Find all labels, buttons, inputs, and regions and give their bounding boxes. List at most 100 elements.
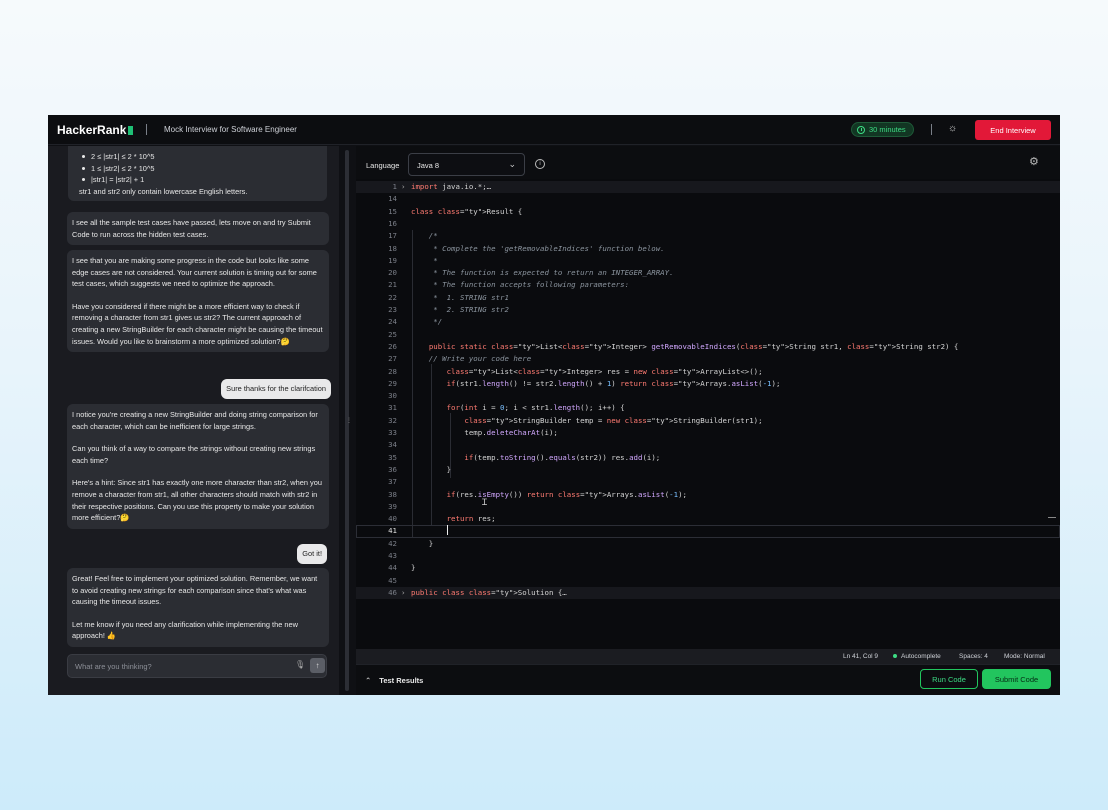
microphone-icon[interactable]: 🎙 (295, 661, 305, 669)
text-cursor-icon: Ɪ (482, 498, 488, 508)
code-line[interactable]: 32 class="ty">StringBuilder temp = new c… (356, 415, 1060, 427)
message-text: I see that you are making some progress … (72, 256, 317, 289)
code-text: * 1. STRING str1 (411, 292, 509, 302)
code-line[interactable]: 26 public static class="ty">List<class="… (356, 341, 1060, 353)
code-text: // Write your code here (411, 354, 532, 364)
line-number: 15 (388, 206, 397, 216)
line-number: 29 (388, 378, 397, 388)
language-value: Java 8 (417, 161, 440, 170)
language-label: Language (366, 161, 400, 170)
code-line[interactable]: 23 * 2. STRING str2 (356, 304, 1060, 316)
code-text: * 2. STRING str2 (411, 305, 509, 314)
code-line[interactable]: 1 › import java.io.*;… (356, 181, 1060, 194)
editor-panel: Language Java 8 ⌄ i ⚙ 1 › import java.io.*… (356, 146, 1060, 695)
line-number: 44 (388, 563, 397, 573)
line-number: 25 (388, 329, 397, 339)
code-line[interactable]: 16 (356, 218, 1060, 230)
line-number: 35 (388, 452, 397, 462)
message-text: Let me know if you need any clarificatio… (72, 619, 298, 641)
chat-input-box: 🎙 ↑ (67, 654, 327, 678)
line-number: 36 (388, 464, 397, 474)
code-line[interactable]: 36 } (356, 464, 1060, 476)
code-line[interactable]: 25 (356, 329, 1060, 341)
code-line[interactable]: 45 (356, 575, 1060, 587)
code-line[interactable]: 40 return res; (356, 513, 1060, 525)
code-line[interactable]: 15 class class="ty">Result { (356, 206, 1060, 218)
code-text: } (411, 538, 434, 548)
submit-code-button[interactable]: Submit Code (982, 669, 1051, 689)
language-select[interactable]: Java 8 ⌄ (408, 153, 525, 176)
autocomplete-status[interactable]: Autocomplete (893, 653, 941, 660)
spaces-setting[interactable]: Spaces: 4 (959, 653, 988, 660)
code-text: if(res.isEmpty()) return class="ty">Arra… (446, 489, 687, 499)
code-line[interactable]: 41 (356, 525, 1060, 538)
ai-message: I see that you are making some progress … (67, 250, 329, 353)
code-line[interactable]: 22 * 1. STRING str1 (356, 292, 1060, 304)
code-text: return res; (446, 514, 496, 524)
code-line[interactable]: 27 // Write your code here (356, 353, 1060, 365)
code-editor[interactable]: 1 › import java.io.*;… 14 15 class class="ty"… (356, 179, 1060, 649)
code-text: /* (411, 231, 438, 241)
code-line[interactable]: 28 class="ty">List<class="ty">Integer> r… (356, 366, 1060, 378)
code-text: * The function is expected to return an … (411, 268, 674, 278)
logo-text: HackerRank (57, 123, 127, 137)
code-line[interactable]: 43 (356, 550, 1060, 562)
fold-chevron-icon[interactable]: › (401, 587, 405, 599)
test-results-toggle[interactable]: ⌃ Test Results (365, 676, 423, 685)
code-line[interactable]: 30 (356, 390, 1060, 402)
code-text: * Complete the 'getRemovableIndices' fun… (411, 243, 665, 253)
end-interview-button[interactable]: End Interview (975, 120, 1051, 140)
line-number: 18 (388, 243, 397, 253)
chat-panel: 2 ≤ |str1| ≤ 2 * 10^5 1 ≤ |str2| ≤ 2 * 1… (48, 146, 339, 695)
line-number: 1 (392, 182, 397, 191)
code-line[interactable]: 18 * Complete the 'getRemovableIndices' … (356, 243, 1060, 255)
line-number: 37 (388, 477, 397, 487)
editor-mode[interactable]: Mode: Normal (1004, 653, 1045, 660)
line-number: 16 (388, 218, 397, 228)
code-text: public static class="ty">List<class="ty"… (428, 341, 959, 351)
line-number: 26 (388, 341, 397, 351)
code-line[interactable]: 29 if(str1.length() != str2.length() + 1… (356, 378, 1060, 390)
code-line[interactable]: 24 */ (356, 316, 1060, 328)
message-text: Great! Feel free to implement your optim… (72, 574, 318, 607)
message-text: Have you considered if there might be a … (72, 301, 323, 346)
code-text: temp.deleteCharAt(i); (411, 428, 558, 437)
code-text: class class="ty">Result { (411, 206, 523, 216)
line-number: 17 (388, 231, 397, 241)
code-line[interactable]: 44} (356, 562, 1060, 574)
logo-mark (128, 126, 134, 135)
code-line[interactable]: 42 } (356, 538, 1060, 550)
resize-grip-icon[interactable]: ⋮ (346, 417, 352, 424)
line-number: 45 (388, 575, 397, 585)
code-line[interactable]: 14 (356, 193, 1060, 205)
line-number: 34 (388, 440, 397, 450)
code-line[interactable]: 17 /* (356, 230, 1060, 242)
constraint-note: str1 and str2 only contain lowercase Eng… (79, 186, 248, 196)
code-line[interactable]: 20 * The function is expected to return … (356, 267, 1060, 279)
fold-chevron-icon[interactable]: › (401, 181, 405, 193)
code-line[interactable]: 35 if(temp.toString().equals(str2)) res.… (356, 452, 1060, 464)
info-icon[interactable]: i (535, 159, 545, 169)
settings-gear-icon[interactable]: ⚙ (1029, 157, 1039, 168)
code-text: if(str1.length() != str2.length() + 1) r… (446, 378, 781, 388)
code-line[interactable]: 37 (356, 476, 1060, 488)
run-code-button[interactable]: Run Code (920, 669, 978, 689)
code-line[interactable]: 46 › public class class="ty">Solution {… (356, 586, 1060, 600)
code-line[interactable]: 33 temp.deleteCharAt(i); (356, 427, 1060, 439)
code-line[interactable]: 31 for(int i = 0; i < str1.length(); i++… (356, 402, 1060, 414)
code-line[interactable]: 34 (356, 439, 1060, 451)
constraints-message: 2 ≤ |str1| ≤ 2 * 10^5 1 ≤ |str2| ≤ 2 * 1… (68, 146, 327, 201)
constraint-item: 1 ≤ |str2| ≤ 2 * 10^5 (82, 163, 327, 175)
code-line[interactable]: 39 (356, 501, 1060, 513)
chat-input[interactable] (68, 655, 288, 677)
send-button[interactable]: ↑ (310, 658, 325, 673)
code-line[interactable]: 19 * (356, 255, 1060, 267)
code-line[interactable]: 38 if(res.isEmpty()) return class="ty">A… (356, 489, 1060, 501)
line-number: 14 (388, 194, 397, 204)
line-number: 27 (388, 354, 397, 364)
line-number: 43 (388, 551, 397, 560)
code-line[interactable]: 21 * The function accepts following para… (356, 279, 1060, 291)
ai-message: Great! Feel free to implement your optim… (67, 568, 329, 647)
test-results-label: Test Results (379, 676, 424, 685)
sun-icon[interactable]: ☼ (948, 124, 957, 134)
